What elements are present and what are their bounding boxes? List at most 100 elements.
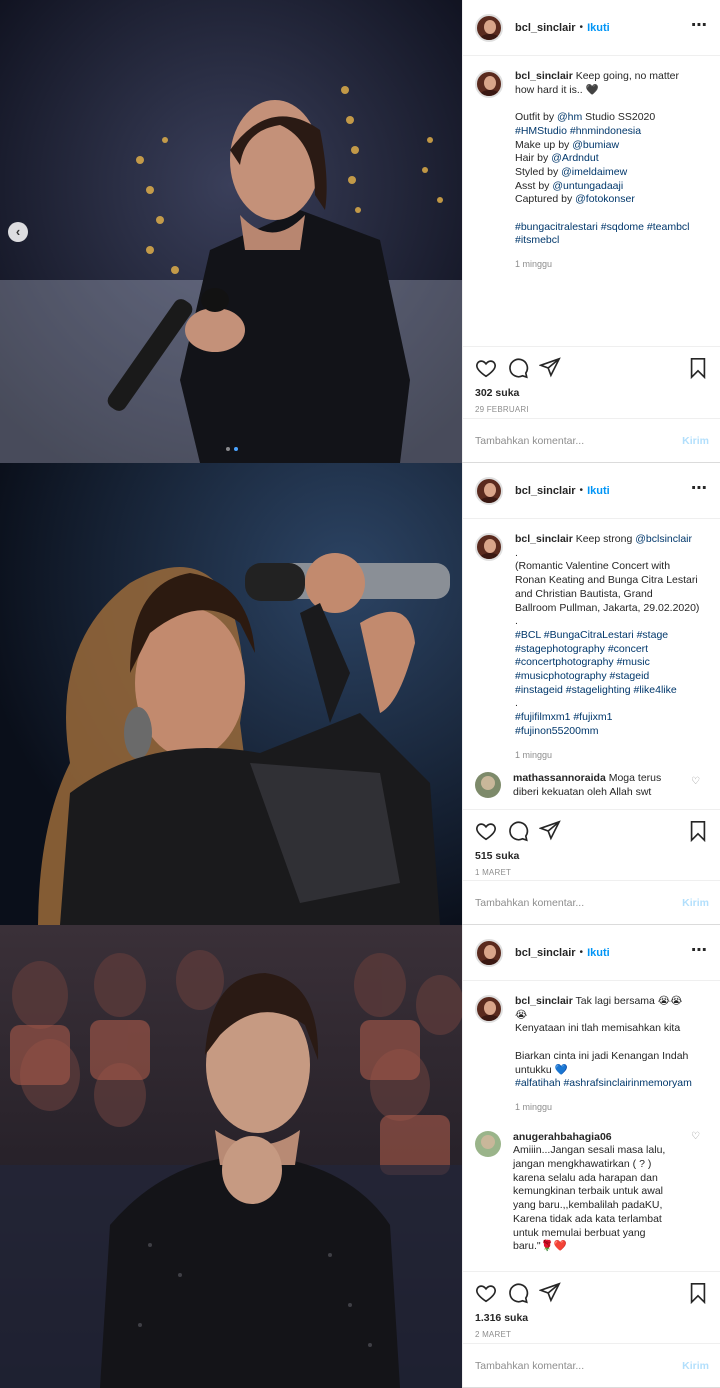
send-comment-button[interactable]: Kirim — [682, 435, 709, 447]
caption-line: Ronan Keating and Bunga Citra Lestari — [515, 574, 698, 587]
caption-line: Asst by @untungadaaji — [515, 179, 624, 192]
post-photo[interactable] — [0, 925, 462, 1388]
hashtag-link[interactable]: #itsmebcl — [515, 234, 703, 248]
post-photo[interactable]: ‹ — [0, 0, 462, 463]
caption-line: Ballroom Pullman, Jakarta, 29.02.2020) — [515, 601, 700, 614]
carousel-dots — [226, 447, 238, 451]
comment-line: mathassannoraida Moga terus — [513, 772, 701, 786]
hashtag-link[interactable]: #fujifilmxm1 #fujixm1 — [515, 711, 703, 725]
more-options-icon[interactable]: ⋯ — [691, 943, 708, 959]
comment-line: yang baru.,,kembalilah padaKU, — [513, 1199, 663, 1212]
hashtag-link[interactable]: #BCL #BungaCitraLestari #stage — [515, 629, 703, 643]
hashtag-link[interactable]: #stagephotography #concert — [515, 643, 703, 657]
avatar[interactable] — [475, 476, 503, 505]
hashtag-link[interactable]: #HMStudio #hnmindonesia — [515, 125, 703, 139]
post-date[interactable]: 29 FEBRUARI — [475, 405, 709, 414]
commenter-avatar[interactable] — [475, 772, 501, 799]
username[interactable]: bcl_sinclair — [515, 485, 576, 497]
send-comment-button[interactable]: Kirim — [682, 1360, 709, 1372]
avatar[interactable] — [475, 938, 503, 967]
follow-button[interactable]: Ikuti — [587, 485, 610, 497]
comment-input[interactable]: Tambahkan komentar... — [475, 1360, 682, 1372]
comment-body: anugerahbahagia06 Amiiin...Jangan sesali… — [513, 1131, 701, 1254]
post-sidebar: bcl_sinclair • Ikuti ⋯ bcl_sinclair Keep… — [462, 0, 720, 462]
hashtag-link[interactable]: #alfatihah #ashrafsinclairinmemoryam — [515, 1077, 703, 1091]
caption: bcl_sinclair Keep going, no matter how h… — [463, 56, 720, 272]
follow-button[interactable]: Ikuti — [587, 22, 610, 34]
hashtag-link[interactable]: #bungacitralestari #sqdome #teambcl — [515, 221, 703, 235]
commenter-avatar[interactable] — [475, 1130, 501, 1157]
comment-input[interactable]: Tambahkan komentar... — [475, 435, 682, 447]
carousel-prev-button[interactable]: ‹ — [8, 222, 28, 242]
post-photo[interactable] — [0, 463, 462, 925]
comment-like-icon[interactable]: ♡ — [691, 776, 700, 787]
hashtag-link[interactable]: #musicphotography #stageid — [515, 670, 703, 684]
caption-line: Captured by @fotokonser — [515, 193, 635, 206]
mention-link[interactable]: @bclsinclair — [635, 533, 692, 545]
follow-button[interactable]: Ikuti — [587, 947, 610, 959]
post-date[interactable]: 1 MARET — [475, 868, 709, 877]
mention-link[interactable]: @Ardndut — [551, 152, 598, 164]
comment: mathassannoraida Moga terus diberi kekua… — [463, 762, 720, 799]
caption-username[interactable]: bcl_sinclair — [515, 995, 573, 1007]
heart-icon[interactable] — [475, 820, 497, 842]
likes-count[interactable]: 302 suka — [475, 387, 709, 399]
bookmark-icon[interactable] — [687, 820, 709, 842]
likes-count[interactable]: 515 suka — [475, 850, 709, 862]
more-options-icon[interactable]: ⋯ — [691, 481, 708, 497]
bookmark-icon[interactable] — [687, 1282, 709, 1304]
caption-line — [515, 1036, 703, 1050]
username[interactable]: bcl_sinclair — [515, 947, 576, 959]
commenter-username[interactable]: anugerahbahagia06 — [513, 1131, 612, 1143]
add-comment-bar: Tambahkan komentar... Kirim — [463, 1343, 720, 1387]
heart-icon[interactable] — [475, 357, 497, 379]
comment-body: mathassannoraida Moga terus diberi kekua… — [513, 772, 701, 796]
caption-line: untukku 💙 — [515, 1063, 568, 1076]
username[interactable]: bcl_sinclair — [515, 22, 576, 34]
heart-icon[interactable] — [475, 1282, 497, 1304]
hashtag-link[interactable]: #instageid #stagelighting #like4like — [515, 684, 703, 698]
bookmark-icon[interactable] — [687, 357, 709, 379]
share-icon[interactable] — [539, 357, 561, 379]
caption-username[interactable]: bcl_sinclair — [515, 70, 573, 82]
post-actions: 1.316 suka 2 MARET — [463, 1271, 720, 1339]
post-header: bcl_sinclair • Ikuti ⋯ — [463, 0, 720, 56]
commenter-username[interactable]: mathassannoraida — [513, 772, 606, 784]
caption-line: Styled by @imeldaimew — [515, 165, 628, 178]
post-header: bcl_sinclair • Ikuti ⋯ — [463, 925, 720, 981]
comment-line: kemungkinan terbaik untuk awal — [513, 1185, 664, 1198]
hashtag-link[interactable]: #fujinon55200mm — [515, 725, 703, 739]
caption-avatar[interactable] — [475, 995, 503, 1023]
caption-line — [515, 97, 703, 111]
more-options-icon[interactable]: ⋯ — [691, 18, 708, 34]
comment-line: baru."🌹❤️ — [513, 1240, 567, 1253]
comment-line: untuk memulai berbuat yang — [513, 1226, 646, 1239]
comment-icon[interactable] — [507, 820, 529, 842]
caption-avatar[interactable] — [475, 533, 503, 561]
caption-line: Kenyataan ini tlah memisahkan kita — [515, 1022, 681, 1035]
comment-icon[interactable] — [507, 1282, 529, 1304]
comment-icon[interactable] — [507, 357, 529, 379]
caption-line: 😭 — [515, 1008, 528, 1021]
caption-body: bcl_sinclair Tak lagi bersama 😭😭 😭 Kenya… — [515, 995, 703, 1115]
likes-count[interactable]: 1.316 suka — [475, 1312, 709, 1324]
mention-link[interactable]: @fotokonser — [575, 193, 635, 205]
separator: • — [579, 485, 584, 496]
post-date[interactable]: 2 MARET — [475, 1330, 709, 1339]
post-3: bcl_sinclair • Ikuti ⋯ bcl_sinclair Tak … — [0, 925, 720, 1388]
caption-username[interactable]: bcl_sinclair — [515, 533, 573, 545]
share-icon[interactable] — [539, 1282, 561, 1304]
caption-line: bcl_sinclair Keep going, no matter — [515, 70, 703, 84]
mention-link[interactable]: @hm — [557, 111, 582, 123]
comment-like-icon[interactable]: ♡ — [691, 1131, 700, 1142]
share-icon[interactable] — [539, 820, 561, 842]
comment-input[interactable]: Tambahkan komentar... — [475, 897, 682, 909]
mention-link[interactable]: @untungadaaji — [552, 180, 623, 192]
send-comment-button[interactable]: Kirim — [682, 897, 709, 909]
caption-line: . — [515, 615, 518, 628]
hashtag-link[interactable]: #concertphotography #music — [515, 656, 703, 670]
mention-link[interactable]: @bumiaw — [572, 139, 619, 151]
caption-avatar[interactable] — [475, 70, 503, 98]
avatar[interactable] — [475, 13, 503, 42]
mention-link[interactable]: @imeldaimew — [561, 166, 627, 178]
